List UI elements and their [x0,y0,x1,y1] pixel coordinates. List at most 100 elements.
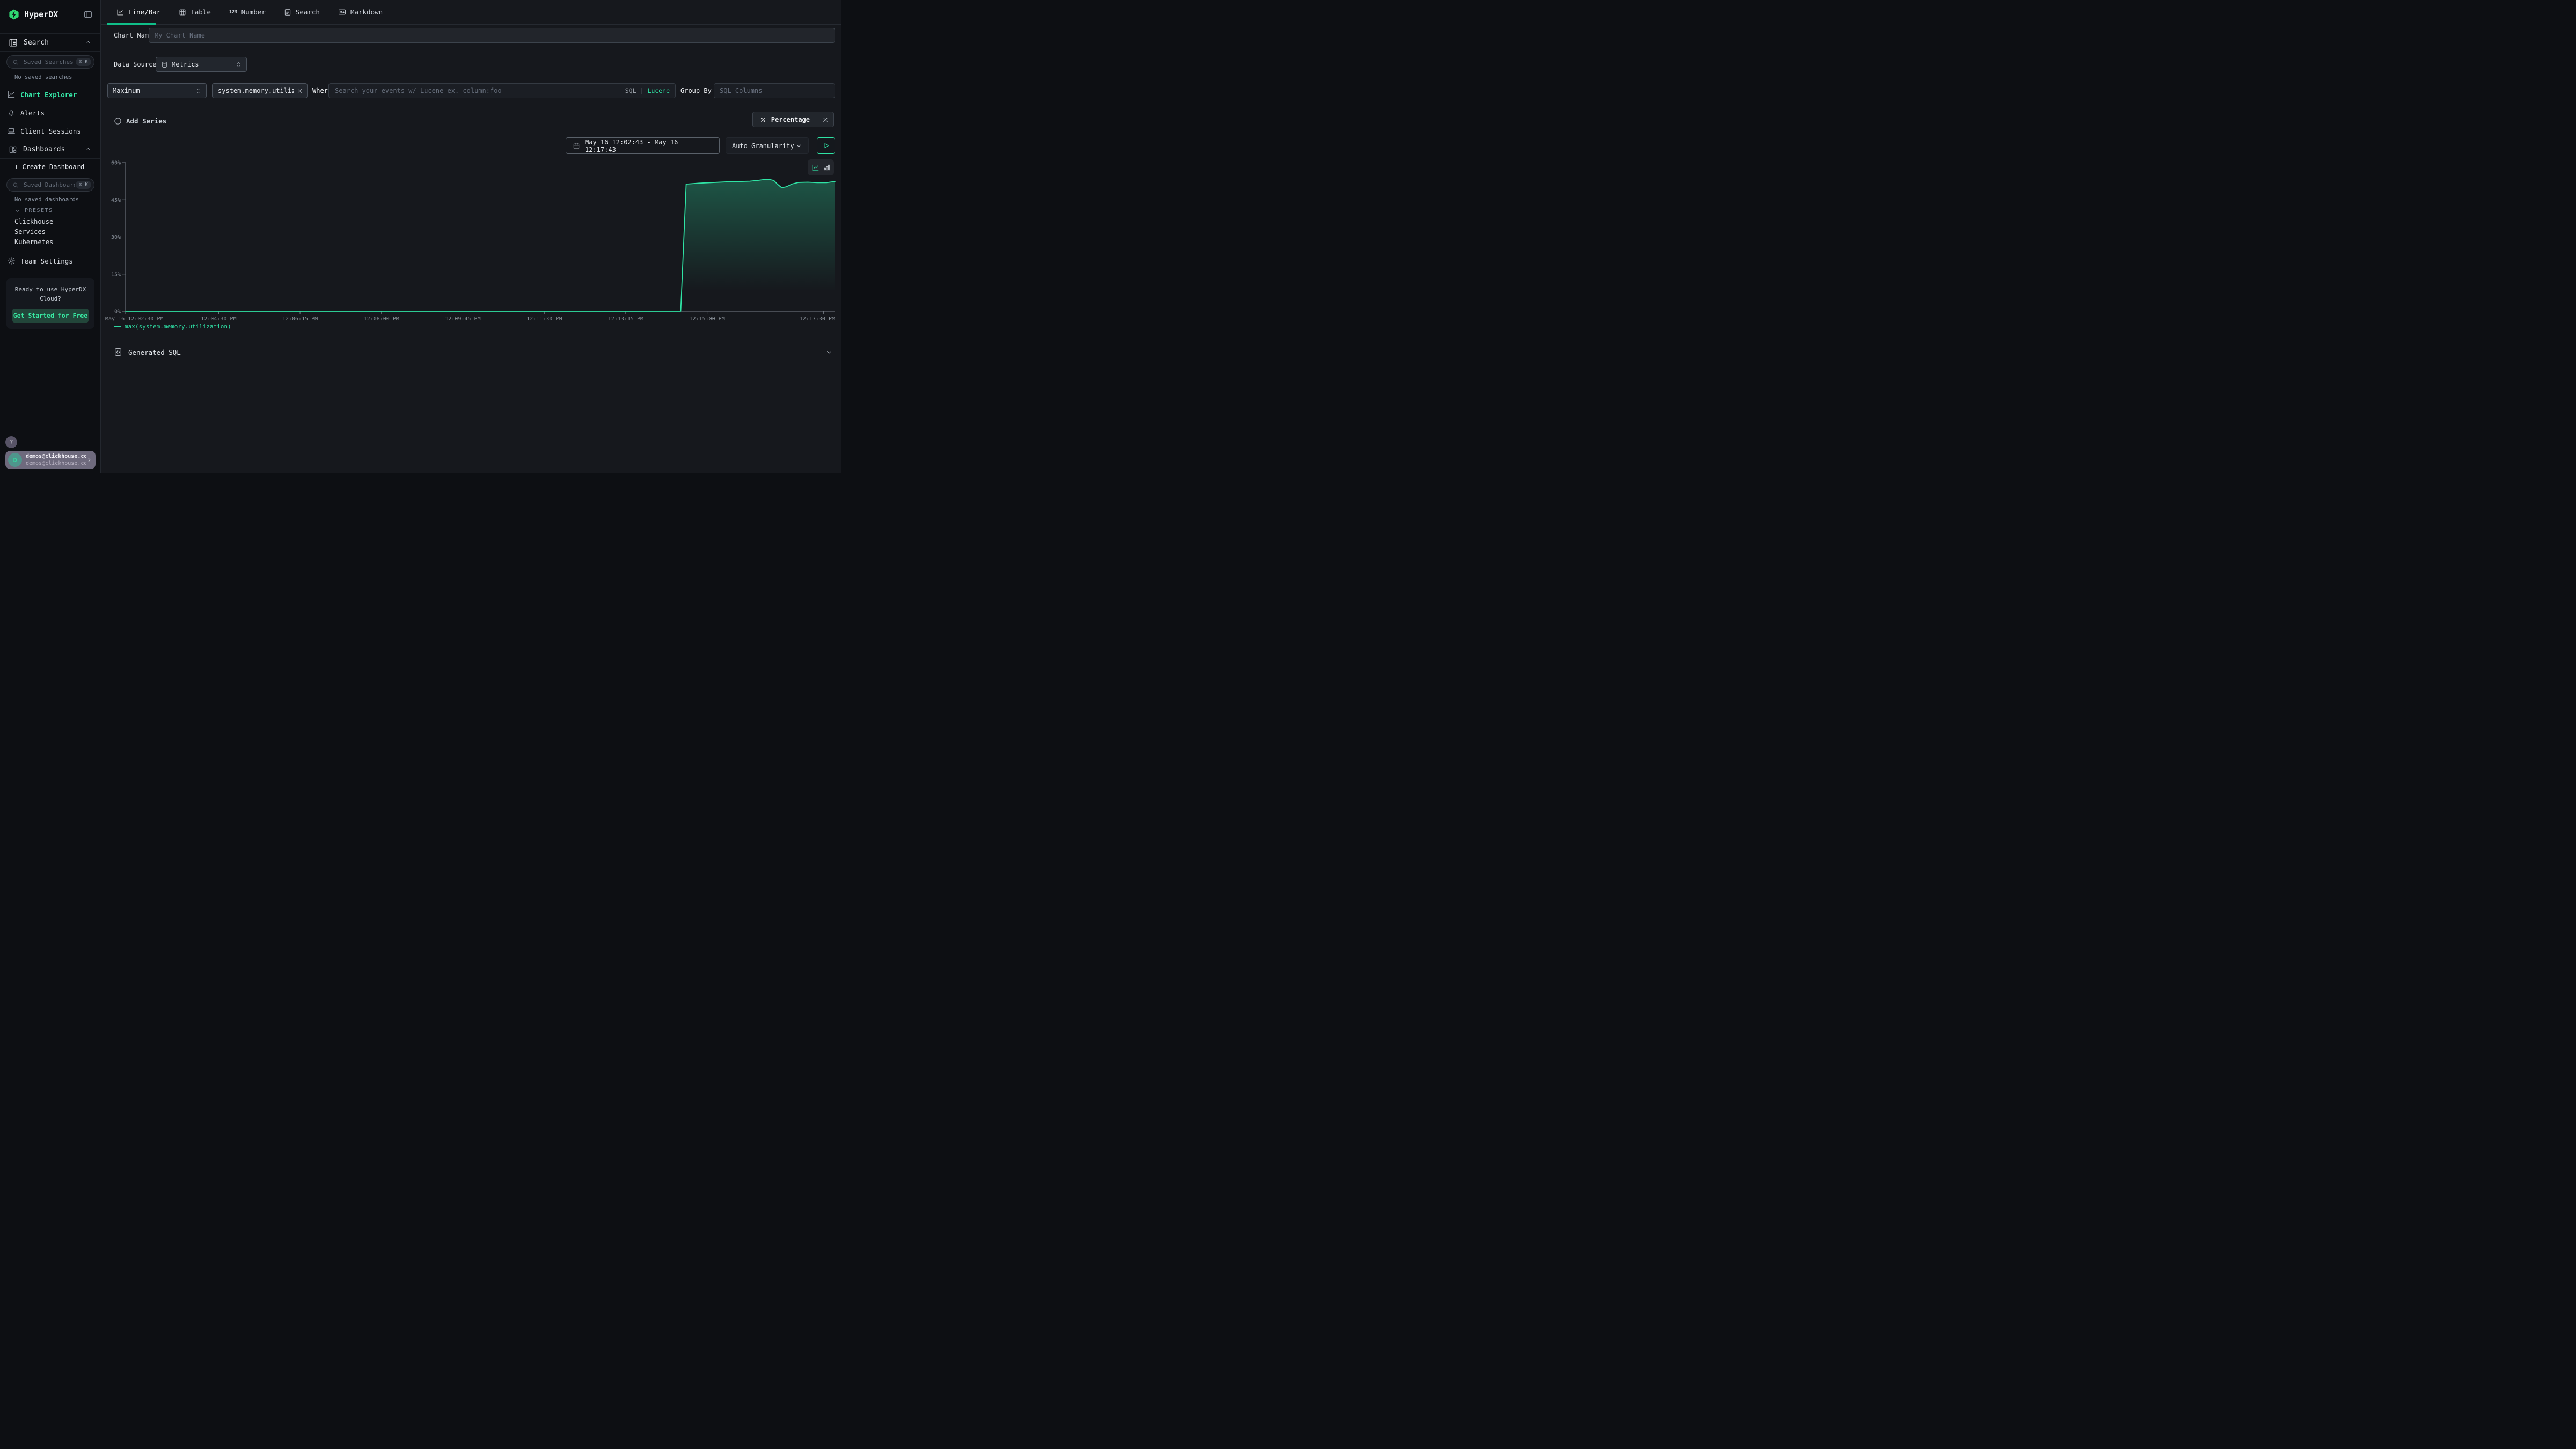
cmd-k-shortcut: ⌘ K [76,58,91,66]
sidebar: HyperDX Search ⌘ K No saved searches [0,0,101,473]
date-range-value: May 16 12:02:43 - May 16 12:17:43 [585,138,713,153]
saved-searches-field[interactable] [23,58,76,66]
run-query-button[interactable] [817,137,835,154]
search-icon [12,182,19,188]
sidebar-section-dashboards[interactable]: Dashboards [0,141,100,159]
chart-name-input[interactable] [149,28,835,43]
chevron-up-icon [85,39,92,46]
cmd-k-shortcut: ⌘ K [76,181,91,189]
chart-display-toggle [808,159,834,175]
chart-area: 0%15%30%45%60%May 16 12:02:30 PM12:04:30… [101,156,841,335]
percentage-button[interactable]: Percentage [753,112,817,127]
team-settings-label: Team Settings [20,257,73,265]
tab-number[interactable]: 123 Number [220,0,275,24]
search-icon [12,59,19,65]
create-dashboard-button[interactable]: + Create Dashboard [14,163,84,171]
laptop-icon [7,127,16,135]
close-icon [822,116,829,123]
add-series-button[interactable]: Add Series [114,113,166,129]
saved-dashboards-input[interactable]: ⌘ K [6,178,94,192]
dashboards-section-label: Dashboards [23,145,85,153]
layout-grid-icon [9,145,17,154]
cloud-promo-text: Ready to use HyperDX Cloud? [12,285,89,303]
svg-text:45%: 45% [111,197,121,203]
date-range-picker[interactable]: May 16 12:02:43 - May 16 12:17:43 [566,137,720,154]
granularity-select[interactable]: Auto Granularity [726,137,809,154]
sidebar-item-team-settings[interactable]: Team Settings [0,254,100,267]
sidebar-item-label: Chart Explorer [20,91,77,99]
metric-field-tag[interactable]: system.memory.utiliza [212,83,308,98]
code-icon [114,348,122,356]
tab-search[interactable]: Search [275,0,329,24]
chevron-up-icon [85,146,92,153]
lucene-mode-button[interactable]: Lucene [647,87,670,94]
group-by-label: Group By [680,83,712,98]
granularity-value: Auto Granularity [732,142,795,150]
chart-type-tabs: Line/Bar Table 123 Number Search [101,0,841,25]
help-button[interactable]: ? [5,436,17,448]
preset-services[interactable]: Services [14,228,46,236]
saved-dashboards-field[interactable] [23,181,76,189]
avatar: D [8,453,22,467]
calendar-icon [573,142,580,150]
aggregation-select[interactable]: Maximum [107,83,207,98]
svg-text:15%: 15% [111,272,121,277]
group-by-input[interactable] [714,83,835,98]
line-chart-icon [7,90,16,99]
remove-percentage-button[interactable] [817,112,833,127]
markdown-icon [338,8,346,16]
tab-line-bar[interactable]: Line/Bar [107,0,170,24]
preset-kubernetes[interactable]: Kubernetes [14,238,53,246]
saved-searches-input[interactable]: ⌘ K [6,55,94,69]
generated-sql-accordion[interactable]: Generated SQL [101,342,841,362]
aggregation-value: Maximum [113,87,192,94]
sidebar-item-label: Alerts [20,109,45,117]
cloud-promo-card: Ready to use HyperDX Cloud? Get Started … [6,278,94,329]
line-chart-icon[interactable] [811,164,819,172]
no-saved-dashboards-text: No saved dashboards [14,196,79,203]
presets-toggle[interactable]: PRESETS [14,208,53,214]
svg-text:12:15:00 PM: 12:15:00 PM [689,316,724,322]
user-menu[interactable]: D demos@clickhouse.com demos@clickhouse.… [5,451,96,469]
legend-line-swatch [114,326,121,327]
chevron-updown-icon [195,87,201,94]
journal-icon [9,38,18,47]
svg-text:12:08:00 PM: 12:08:00 PM [364,316,399,322]
sidebar-collapse-button[interactable] [83,10,93,19]
add-series-label: Add Series [126,117,166,125]
tab-table[interactable]: Table [170,0,220,24]
logo-row: HyperDX [0,6,100,23]
legend-series-label: max(system.memory.utilization) [125,323,231,330]
chart-svg: 0%15%30%45%60%May 16 12:02:30 PM12:04:30… [101,156,841,335]
sidebar-item-chart-explorer[interactable]: Chart Explorer [0,88,100,101]
where-search-input[interactable] [328,83,676,98]
percentage-label: Percentage [771,116,810,123]
svg-text:12:17:30 PM: 12:17:30 PM [800,316,835,322]
tab-markdown[interactable]: Markdown [329,0,392,24]
tab-label: Table [191,8,211,16]
gear-icon [7,257,16,265]
table-icon [179,9,186,16]
tab-label: Line/Bar [128,8,160,16]
sidebar-item-alerts[interactable]: Alerts [0,106,100,119]
svg-text:12:11:30 PM: 12:11:30 PM [526,316,562,322]
sql-mode-button[interactable]: SQL [625,87,636,94]
preset-clickhouse[interactable]: Clickhouse [14,218,53,225]
sidebar-section-search[interactable]: Search [0,33,100,52]
svg-text:12:09:45 PM: 12:09:45 PM [445,316,480,322]
chevron-down-icon [795,142,802,149]
data-source-select[interactable]: Metrics [156,57,247,72]
svg-text:12:13:15 PM: 12:13:15 PM [608,316,643,322]
svg-text:12:06:15 PM: 12:06:15 PM [282,316,318,322]
app-title: HyperDX [24,10,83,19]
close-icon[interactable] [297,88,303,94]
bar-chart-icon[interactable] [823,164,831,171]
chevron-down-icon [825,348,833,356]
divider: | [640,87,644,94]
svg-text:60%: 60% [111,160,121,166]
get-started-button[interactable]: Get Started for Free [12,309,89,323]
generated-sql-label: Generated SQL [128,348,825,356]
sidebar-item-client-sessions[interactable]: Client Sessions [0,125,100,137]
metric-field-name: system.memory.utiliza [218,87,294,94]
svg-text:0%: 0% [114,309,121,315]
